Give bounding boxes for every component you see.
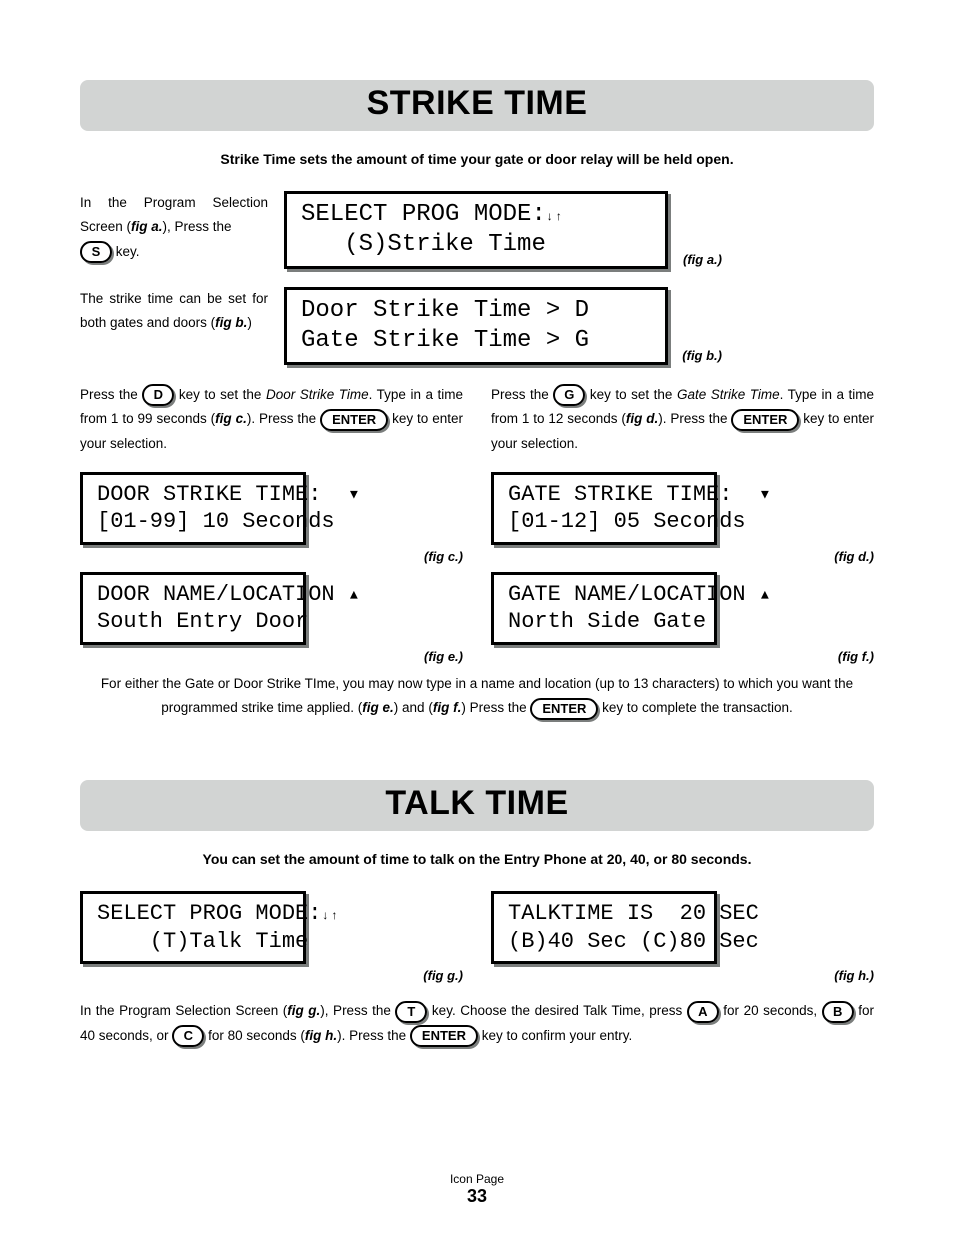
- arrows-icon-2: ↓↑: [321, 909, 339, 923]
- title-bar-strike: Strike Time: [80, 80, 874, 131]
- key-b: B: [822, 1001, 854, 1023]
- page-footer: Icon Page 33: [0, 1172, 954, 1207]
- talk-intro: You can set the amount of time to talk o…: [80, 851, 874, 867]
- strike-time-heading: Strike Time: [80, 84, 874, 123]
- lcd-f: GATE NAME/LOCATION ▴ North Side Gate: [491, 572, 717, 645]
- door-instructions: Press the D key to set the Door Strike T…: [80, 383, 463, 456]
- two-col-lcd-ef: DOOR NAME/LOCATION ▴ South Entry Door (f…: [80, 572, 874, 664]
- arrows-icon: ↓↑: [546, 210, 564, 224]
- strike-bottom-note: For either the Gate or Door Strike TIme,…: [80, 672, 874, 721]
- key-s: S: [80, 241, 112, 263]
- talk-bottom-note: In the Program Selection Screen (fig g.)…: [80, 999, 874, 1048]
- lcd-h: TALKTIME IS 20 SEC (B)40 Sec (C)80 Sec: [491, 891, 717, 964]
- lcd-f-wrap: GATE NAME/LOCATION ▴ North Side Gate (fi…: [491, 572, 874, 664]
- lcd-d: GATE STRIKE TIME: ▾ [01-12] 05 Seconds: [491, 472, 717, 545]
- up-filled-icon-2: ▴: [759, 581, 771, 605]
- row-a: In the Program Selection Screen (fig a.)…: [80, 191, 874, 269]
- key-a: A: [687, 1001, 719, 1023]
- lcd-g: SELECT PROG MODE:↓↑ (T)Talk Time: [80, 891, 306, 964]
- step1-text: In the Program Selection Screen (fig a.)…: [80, 191, 268, 264]
- fig-c-label: (fig c.): [80, 549, 463, 564]
- fig-f-label: (fig f.): [491, 649, 874, 664]
- down-filled-icon-2: ▾: [759, 481, 771, 505]
- lcd-h-wrap: TALKTIME IS 20 SEC (B)40 Sec (C)80 Sec (…: [491, 891, 874, 983]
- lcd-b-wrap: Door Strike Time > D Gate Strike Time > …: [284, 287, 668, 365]
- lcd-a: SELECT PROG MODE:↓↑ (S)Strike Time: [284, 191, 668, 269]
- lcd-g-wrap: SELECT PROG MODE:↓↑ (T)Talk Time (fig g.…: [80, 891, 463, 983]
- key-enter-1: ENTER: [320, 409, 388, 431]
- page-number: 33: [0, 1186, 954, 1207]
- key-c: C: [172, 1025, 204, 1047]
- fig-b-label: (fig b.): [682, 348, 722, 363]
- lcd-c: DOOR STRIKE TIME: ▾ [01-99] 10 Seconds: [80, 472, 306, 545]
- lcd-d-wrap: GATE STRIKE TIME: ▾ [01-12] 05 Seconds (…: [491, 472, 874, 564]
- key-enter-4: ENTER: [410, 1025, 478, 1047]
- lcd-c-wrap: DOOR STRIKE TIME: ▾ [01-99] 10 Seconds (…: [80, 472, 463, 564]
- key-t: T: [395, 1001, 427, 1023]
- fig-a-label: (fig a.): [683, 252, 722, 267]
- lcd-b: Door Strike Time > D Gate Strike Time > …: [284, 287, 668, 365]
- key-enter-3: ENTER: [530, 698, 598, 720]
- fig-d-label: (fig d.): [491, 549, 874, 564]
- two-col-instructions: Press the D key to set the Door Strike T…: [80, 383, 874, 456]
- fig-e-label: (fig e.): [80, 649, 463, 664]
- fig-h-label: (fig h.): [491, 968, 874, 983]
- talk-time-heading: Talk Time: [80, 784, 874, 823]
- key-d: D: [142, 384, 174, 406]
- up-filled-icon: ▴: [348, 581, 360, 605]
- row-b: The strike time can be set for both gate…: [80, 287, 874, 365]
- down-filled-icon: ▾: [348, 481, 360, 505]
- lcd-a-wrap: SELECT PROG MODE:↓↑ (S)Strike Time (fig …: [284, 191, 668, 269]
- gate-instructions: Press the G key to set the Gate Strike T…: [491, 383, 874, 456]
- key-g: G: [553, 384, 585, 406]
- lcd-e-wrap: DOOR NAME/LOCATION ▴ South Entry Door (f…: [80, 572, 463, 664]
- footer-label: Icon Page: [0, 1172, 954, 1186]
- strike-intro: Strike Time sets the amount of time your…: [80, 151, 874, 167]
- two-col-lcd-gh: SELECT PROG MODE:↓↑ (T)Talk Time (fig g.…: [80, 891, 874, 983]
- title-bar-talk: Talk Time: [80, 780, 874, 831]
- two-col-lcd-cd: DOOR STRIKE TIME: ▾ [01-99] 10 Seconds (…: [80, 472, 874, 564]
- fig-g-label: (fig g.): [80, 968, 463, 983]
- key-enter-2: ENTER: [731, 409, 799, 431]
- step2-text: The strike time can be set for both gate…: [80, 287, 268, 336]
- lcd-e: DOOR NAME/LOCATION ▴ South Entry Door: [80, 572, 306, 645]
